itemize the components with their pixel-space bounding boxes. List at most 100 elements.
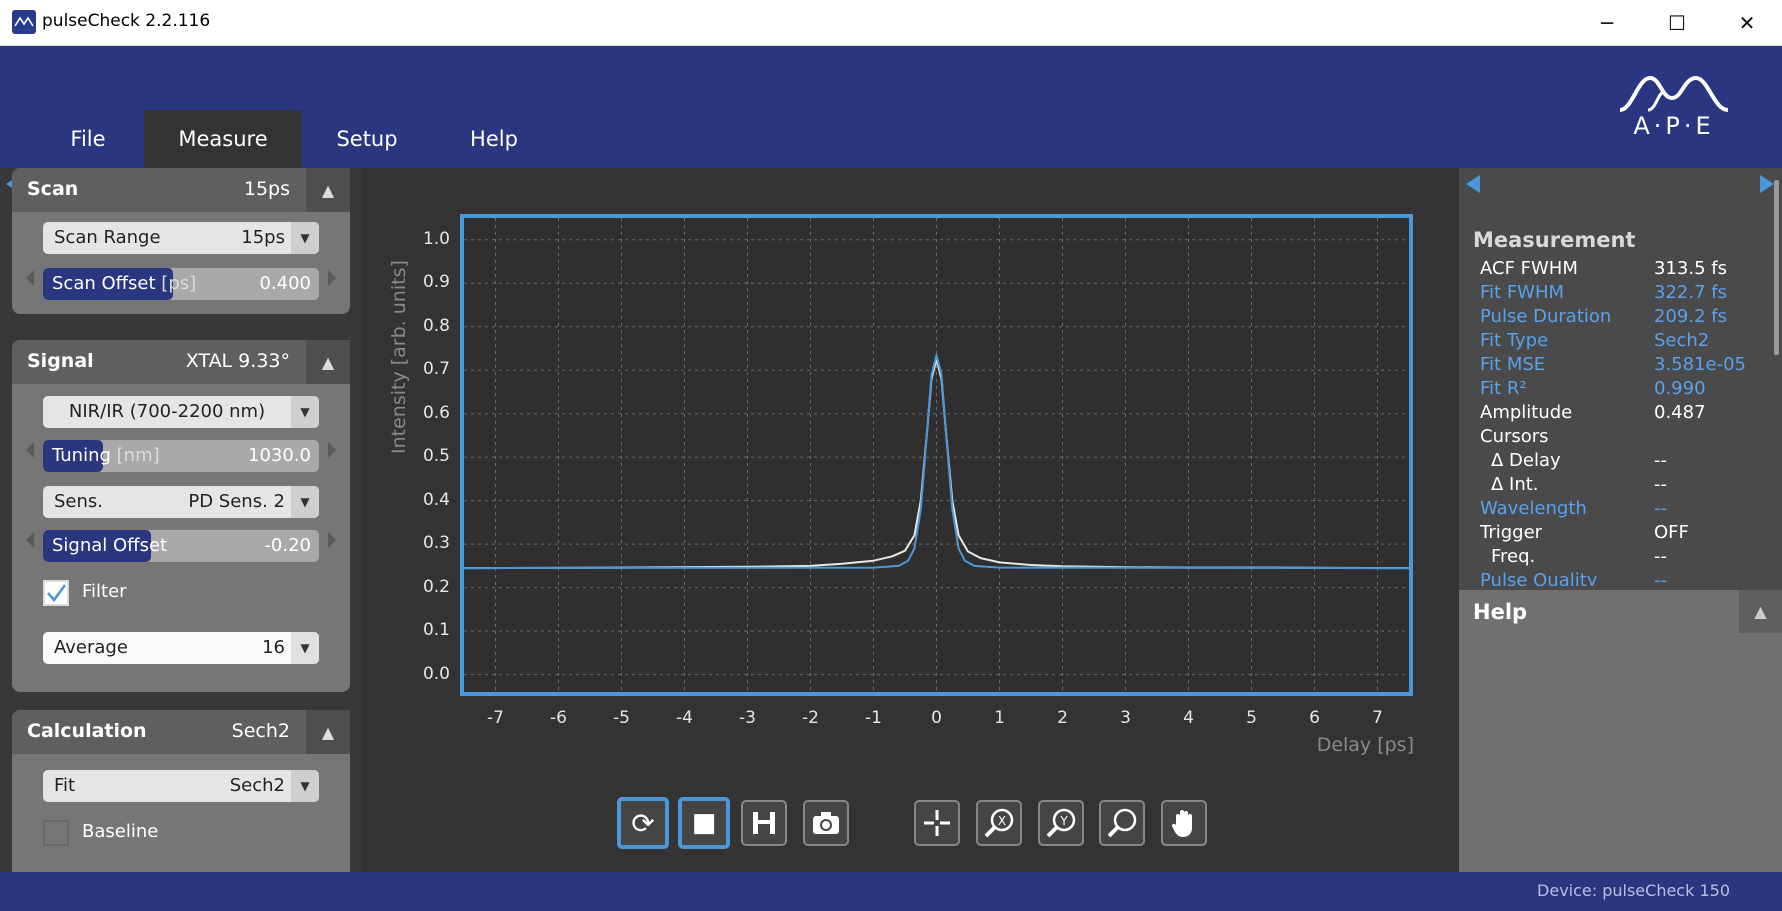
arrow-left-icon[interactable] (1466, 175, 1480, 193)
x-tick-label: -3 (739, 708, 756, 728)
zoom-x-button[interactable]: X (976, 800, 1022, 846)
chevron-down-icon[interactable]: ▼ (291, 486, 319, 518)
tuning-label: Tuning [nm] (52, 445, 160, 466)
average-combo[interactable]: Average 16 ▼ (43, 632, 319, 664)
zoom-y-icon: Y (1046, 808, 1076, 838)
average-value: 16 (262, 637, 285, 658)
x-tick-label: -2 (802, 708, 819, 728)
measurement-label: Pulse Quality (1480, 570, 1598, 586)
calculation-summary: Sech2 (231, 720, 290, 742)
decrement-icon[interactable] (26, 442, 34, 458)
app-icon (12, 10, 36, 34)
measurement-value: 0.990 (1654, 378, 1706, 399)
arrow-right-icon[interactable] (1760, 175, 1774, 193)
svg-text:Y: Y (1059, 814, 1068, 828)
increment-icon[interactable] (328, 532, 336, 548)
scan-title: Scan (27, 178, 79, 200)
fit-label: Fit (54, 775, 76, 796)
magnifier-icon (1107, 808, 1137, 838)
chevron-down-icon[interactable]: ▼ (291, 222, 319, 254)
increment-icon[interactable] (328, 442, 336, 458)
chevron-down-icon[interactable]: ▼ (291, 396, 319, 428)
measurement-label: Wavelength (1480, 498, 1587, 519)
y-tick-label: 0.2 (422, 576, 450, 597)
menu-file[interactable]: File (44, 110, 132, 168)
x-tick-label: 2 (1057, 708, 1068, 728)
menu-measure[interactable]: Measure (144, 110, 302, 168)
stop-button[interactable]: ■ (678, 797, 730, 849)
calculation-group-header[interactable]: Calculation Sech2 ▲ (12, 710, 350, 754)
zoom-y-button[interactable]: Y (1038, 800, 1084, 846)
measurement-label: Freq. (1491, 546, 1536, 567)
chevron-down-icon[interactable]: ▼ (291, 770, 319, 802)
measurement-label: Fit R² (1480, 378, 1527, 399)
checkmark-icon (47, 584, 67, 603)
signal-offset-label: Signal Offset (52, 535, 168, 556)
scan-range-label: Scan Range (54, 227, 161, 248)
signal-summary: XTAL 9.33° (185, 350, 290, 372)
scan-offset-spinner[interactable]: Scan Offset [ps] 0.400 (43, 268, 319, 300)
y-tick-label: 0.0 (422, 663, 450, 684)
signal-offset-spinner[interactable]: Signal Offset -0.20 (43, 530, 319, 562)
sensitivity-combo[interactable]: Sens. PD Sens. 2 ▼ (43, 486, 319, 518)
pan-button[interactable] (1161, 800, 1207, 846)
band-combo[interactable]: NIR/IR (700-2200 nm) ▼ (43, 396, 319, 428)
measurement-value: -- (1654, 570, 1667, 586)
continuous-measure-button[interactable]: ⟳ (617, 797, 669, 849)
right-scrollbar[interactable] (1774, 180, 1779, 355)
window-title: pulseCheck 2.2.116 (42, 11, 211, 31)
signal-group-header[interactable]: Signal XTAL 9.33° ▲ (12, 340, 350, 384)
y-tick-label: 0.6 (422, 402, 450, 423)
decrement-icon[interactable] (26, 532, 34, 548)
measurement-value: -- (1654, 450, 1667, 471)
band-value: NIR/IR (700-2200 nm) (68, 401, 266, 422)
measurement-value: 209.2 fs (1654, 306, 1727, 327)
fit-value: Sech2 (229, 775, 285, 796)
menu-help[interactable]: Help (456, 110, 532, 168)
y-tick-label: 0.8 (422, 315, 450, 336)
signal-title: Signal (27, 350, 94, 372)
y-tick-label: 0.9 (422, 272, 450, 293)
collapse-calculation-icon[interactable]: ▲ (306, 710, 350, 754)
x-tick-label: -4 (676, 708, 693, 728)
chevron-down-icon[interactable]: ▼ (291, 632, 319, 664)
minimize-button[interactable]: ─ (1572, 0, 1642, 45)
fit-combo[interactable]: Fit Sech2 ▼ (43, 770, 319, 802)
close-button[interactable]: ✕ (1712, 0, 1782, 45)
measurement-label: Cursors (1480, 426, 1549, 447)
menu-setup[interactable]: Setup (322, 110, 412, 168)
baseline-checkbox[interactable] (43, 820, 69, 846)
cursor-button[interactable] (914, 800, 960, 846)
increment-icon[interactable] (328, 270, 336, 286)
collapse-scan-icon[interactable]: ▲ (306, 168, 350, 212)
measurement-value: -- (1654, 474, 1667, 495)
left-panel: Scan 15ps ▲ Scan Range 15ps ▼ Scan Offse… (0, 168, 362, 872)
zoom-x-icon: X (984, 808, 1014, 838)
collapse-help-icon[interactable]: ▲ (1739, 590, 1782, 633)
measurement-label: Trigger (1480, 522, 1543, 543)
tuning-spinner[interactable]: Tuning [nm] 1030.0 (43, 440, 319, 472)
title-bar: pulseCheck 2.2.116 ─ ☐ ✕ (0, 0, 1782, 46)
plot-canvas[interactable] (464, 218, 1409, 692)
status-bar: Device: pulseCheck 150 (0, 872, 1782, 911)
x-tick-label: 3 (1120, 708, 1131, 728)
maximize-button[interactable]: ☐ (1642, 0, 1712, 45)
sensitivity-label: Sens. (54, 491, 104, 512)
y-tick-label: 0.1 (422, 620, 450, 641)
filter-checkbox[interactable] (43, 580, 69, 606)
scan-offset-value: 0.400 (259, 273, 311, 294)
save-button[interactable] (741, 800, 787, 846)
measurement-value: -- (1654, 498, 1667, 519)
scan-range-combo[interactable]: Scan Range 15ps ▼ (43, 222, 319, 254)
plot-frame[interactable] (460, 214, 1413, 696)
screenshot-button[interactable] (803, 800, 849, 846)
collapse-signal-icon[interactable]: ▲ (306, 340, 350, 384)
baseline-label: Baseline (82, 821, 159, 842)
svg-text:X: X (998, 814, 1006, 828)
scan-group-header[interactable]: Scan 15ps ▲ (12, 168, 350, 212)
measurement-title: Measurement (1473, 228, 1636, 252)
measurement-label: Δ Int. (1491, 474, 1539, 495)
scan-range-value: 15ps (241, 227, 285, 248)
zoom-button[interactable] (1099, 800, 1145, 846)
decrement-icon[interactable] (26, 270, 34, 286)
